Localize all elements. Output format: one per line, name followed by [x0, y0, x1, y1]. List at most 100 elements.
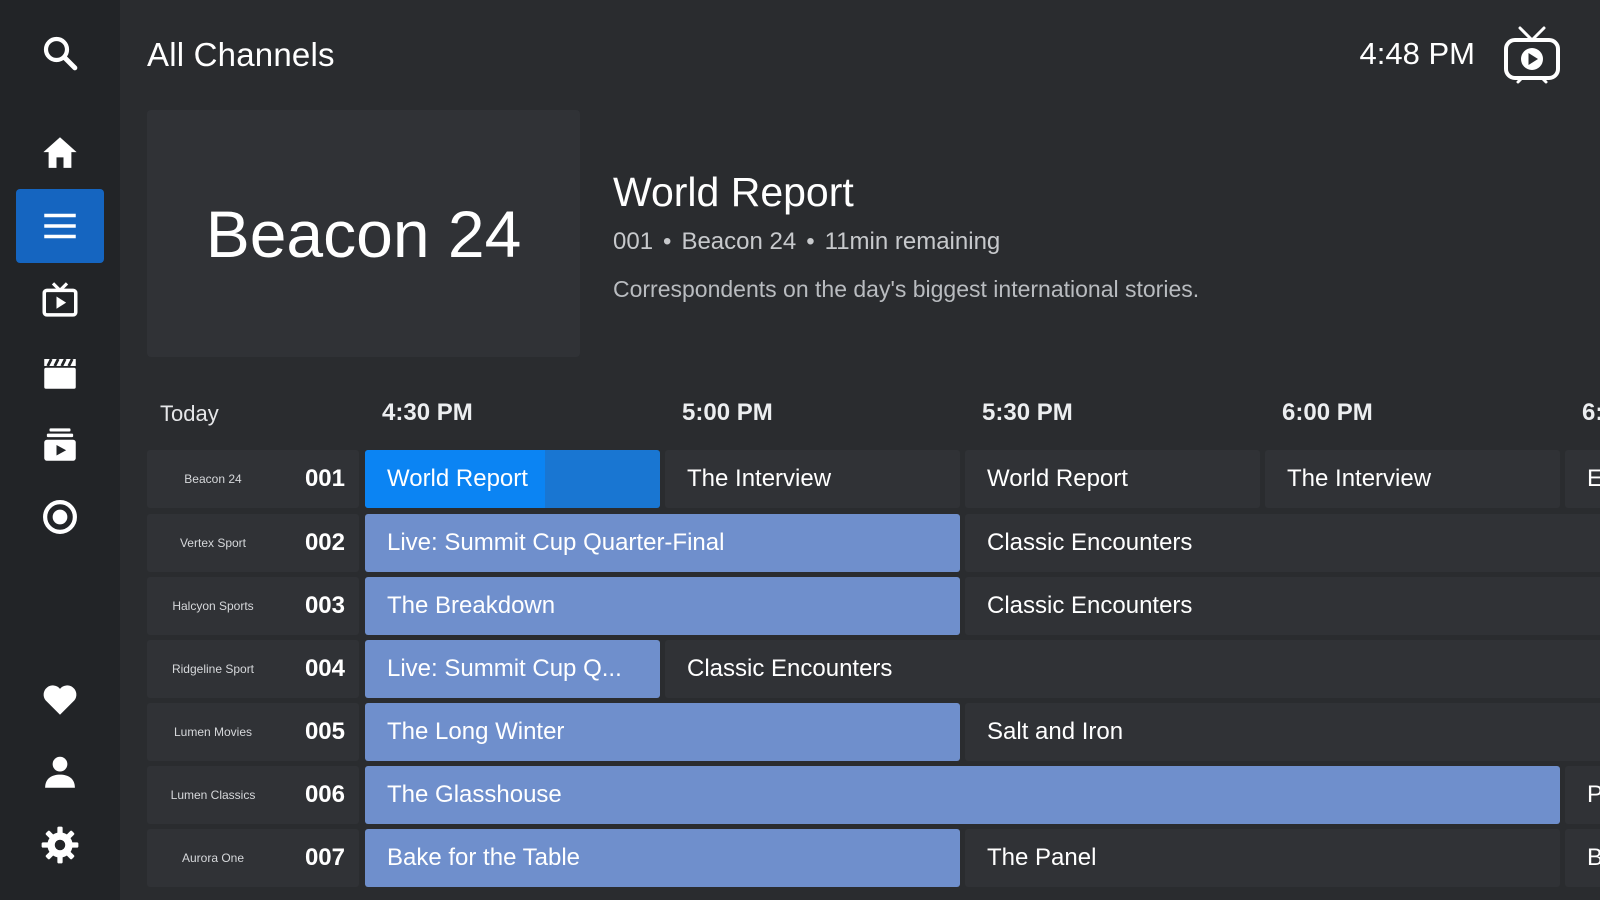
channel-cell[interactable]: Halcyon Sports 003 — [147, 577, 359, 635]
program-info: World Report 001 • Beacon 24 • 11min rem… — [613, 168, 1573, 303]
channel-logo: Halcyon Sports — [172, 599, 254, 613]
time-remaining: 11min remaining — [824, 228, 1001, 255]
channel-number: 001 — [613, 228, 654, 255]
program-cell-now[interactable]: Live: Summit Cup Q... — [365, 640, 660, 698]
guide-row: Beacon 24 001 World Report The Interview… — [147, 450, 1600, 508]
time-slot: 5:00 PM — [682, 399, 773, 426]
program-title: The Interview — [687, 465, 832, 492]
program-title: The Long Winter — [387, 718, 565, 745]
program-meta: 001 • Beacon 24 • 11min remaining — [613, 228, 1573, 256]
search-icon — [43, 36, 78, 71]
sidebar-item-favorites[interactable] — [16, 662, 104, 736]
channel-number: 004 — [304, 655, 345, 682]
program-title: The Glasshouse — [387, 781, 562, 808]
sidebar-nav — [0, 0, 120, 900]
page-title: All Channels — [147, 36, 335, 73]
program-cell-now[interactable]: The Glasshouse — [365, 766, 1560, 824]
program-title: The Panel — [987, 844, 1097, 871]
program-cell[interactable]: The Panel — [965, 829, 1560, 887]
channel-cell[interactable]: Aurora One 007 — [147, 829, 359, 887]
channel-cell[interactable]: Lumen Movies 005 — [147, 703, 359, 761]
live-tv-button[interactable] — [1502, 24, 1562, 86]
program-cell[interactable]: The Interview — [1265, 450, 1560, 508]
movies-clapper-icon — [44, 358, 76, 389]
tv-guide-app: All Channels 4:48 PM Beacon 24 World Rep… — [0, 0, 1600, 900]
channel-cell[interactable]: Beacon 24 001 — [147, 450, 359, 508]
program-title: Classic Encounters — [987, 592, 1193, 619]
program-title: The Interview — [1287, 465, 1432, 492]
sidebar-item-recordings[interactable] — [16, 480, 104, 554]
program-cell[interactable]: Salt and Iron — [965, 703, 1600, 761]
program-title: Live: Summit Cup Quarter-Final — [387, 529, 725, 556]
channel-logo: Aurora One — [181, 851, 245, 865]
guide-row: Aurora One 007 Bake for the Table The Pa… — [147, 829, 1600, 887]
channel-logo: Lumen Classics — [170, 788, 256, 802]
program-cell-now[interactable]: Live: Summit Cup Quarter-Final — [365, 514, 960, 572]
sidebar-item-live-tv[interactable] — [16, 263, 104, 337]
program-cell-now[interactable]: The Breakdown — [365, 577, 960, 635]
program-title: Salt and Iron — [987, 718, 1124, 745]
channel-logo-text: Beacon 24 — [205, 196, 522, 271]
guide-row: Vertex Sport 002 Live: Summit Cup Quarte… — [147, 514, 1600, 572]
program-cell[interactable]: Classic Encounters — [965, 514, 1600, 572]
sidebar-item-settings[interactable] — [16, 808, 104, 882]
time-slot: 6:00 PM — [1282, 399, 1373, 426]
program-cell[interactable]: Classic Encounters — [665, 640, 1600, 698]
channel-logo: Lumen Movies — [173, 725, 253, 739]
live-tv-icon — [42, 282, 78, 317]
tv-play-icon — [1504, 26, 1560, 84]
program-cell-now[interactable]: The Long Winter — [365, 703, 960, 761]
settings-gear-icon — [41, 826, 79, 864]
program-title: B — [1587, 844, 1600, 871]
channel-cell[interactable]: Vertex Sport 002 — [147, 514, 359, 572]
meta-separator: • — [806, 228, 815, 255]
sidebar-item-movies[interactable] — [16, 336, 104, 410]
sidebar-item-guide[interactable] — [16, 189, 104, 263]
channel-number: 007 — [304, 844, 345, 871]
sidebar-item-home[interactable] — [16, 116, 104, 190]
program-cell[interactable]: The Interview — [665, 450, 960, 508]
program-description: Correspondents on the day's biggest inte… — [613, 276, 1200, 302]
guide-row: Ridgeline Sport 004 Live: Summit Cup Q..… — [147, 640, 1600, 698]
time-slot: 5:30 PM — [982, 399, 1073, 426]
program-title: The Breakdown — [387, 592, 556, 619]
guide-row: Lumen Movies 005 The Long Winter Salt an… — [147, 703, 1600, 761]
channel-number: 005 — [304, 718, 345, 745]
library-icon — [44, 428, 76, 461]
guide-row: Halcyon Sports 003 The Breakdown Classic… — [147, 577, 1600, 635]
channel-logo: Beacon 24 — [184, 472, 242, 486]
program-title: World Report — [987, 465, 1128, 492]
channel-logo: Ridgeline Sport — [171, 662, 255, 676]
heart-icon — [43, 685, 77, 715]
program-cell-selected[interactable]: World Report — [365, 450, 660, 508]
channel-name: Beacon 24 — [681, 228, 797, 255]
program-title: Classic Encounters — [987, 529, 1193, 556]
channel-cell[interactable]: Ridgeline Sport 004 — [147, 640, 359, 698]
program-cell[interactable]: P — [1565, 766, 1600, 824]
timeline-header: Today 4:30 PM 5:00 PM 5:30 PM 6:00 PM 6: — [147, 396, 1600, 434]
sidebar-item-profile[interactable] — [16, 735, 104, 809]
program-cell[interactable]: World Report — [965, 450, 1260, 508]
sidebar-item-search[interactable] — [16, 16, 104, 90]
program-cell[interactable]: Classic Encounters — [965, 577, 1600, 635]
home-icon — [43, 137, 77, 168]
record-icon — [43, 500, 77, 534]
program-title: Classic Encounters — [687, 655, 893, 682]
channel-number: 006 — [304, 781, 345, 808]
channel-logo-preview: Beacon 24 — [147, 110, 580, 357]
program-title: P — [1587, 781, 1600, 808]
program-cell[interactable]: B — [1565, 829, 1600, 887]
guide-row: Lumen Classics 006 The Glasshouse P — [147, 766, 1600, 824]
program-title: E — [1587, 465, 1600, 492]
time-slot: 6: — [1582, 399, 1600, 426]
channel-logo: Vertex Sport — [179, 536, 247, 550]
guide-menu-icon — [44, 213, 76, 239]
sidebar-item-library[interactable] — [16, 408, 104, 482]
program-title: World Report — [613, 169, 854, 215]
timeline-day: Today — [160, 401, 219, 426]
program-cell-now[interactable]: Bake for the Table — [365, 829, 960, 887]
program-cell[interactable]: E — [1565, 450, 1600, 508]
program-title: World Report — [387, 465, 528, 492]
program-title: Bake for the Table — [387, 844, 581, 871]
channel-cell[interactable]: Lumen Classics 006 — [147, 766, 359, 824]
